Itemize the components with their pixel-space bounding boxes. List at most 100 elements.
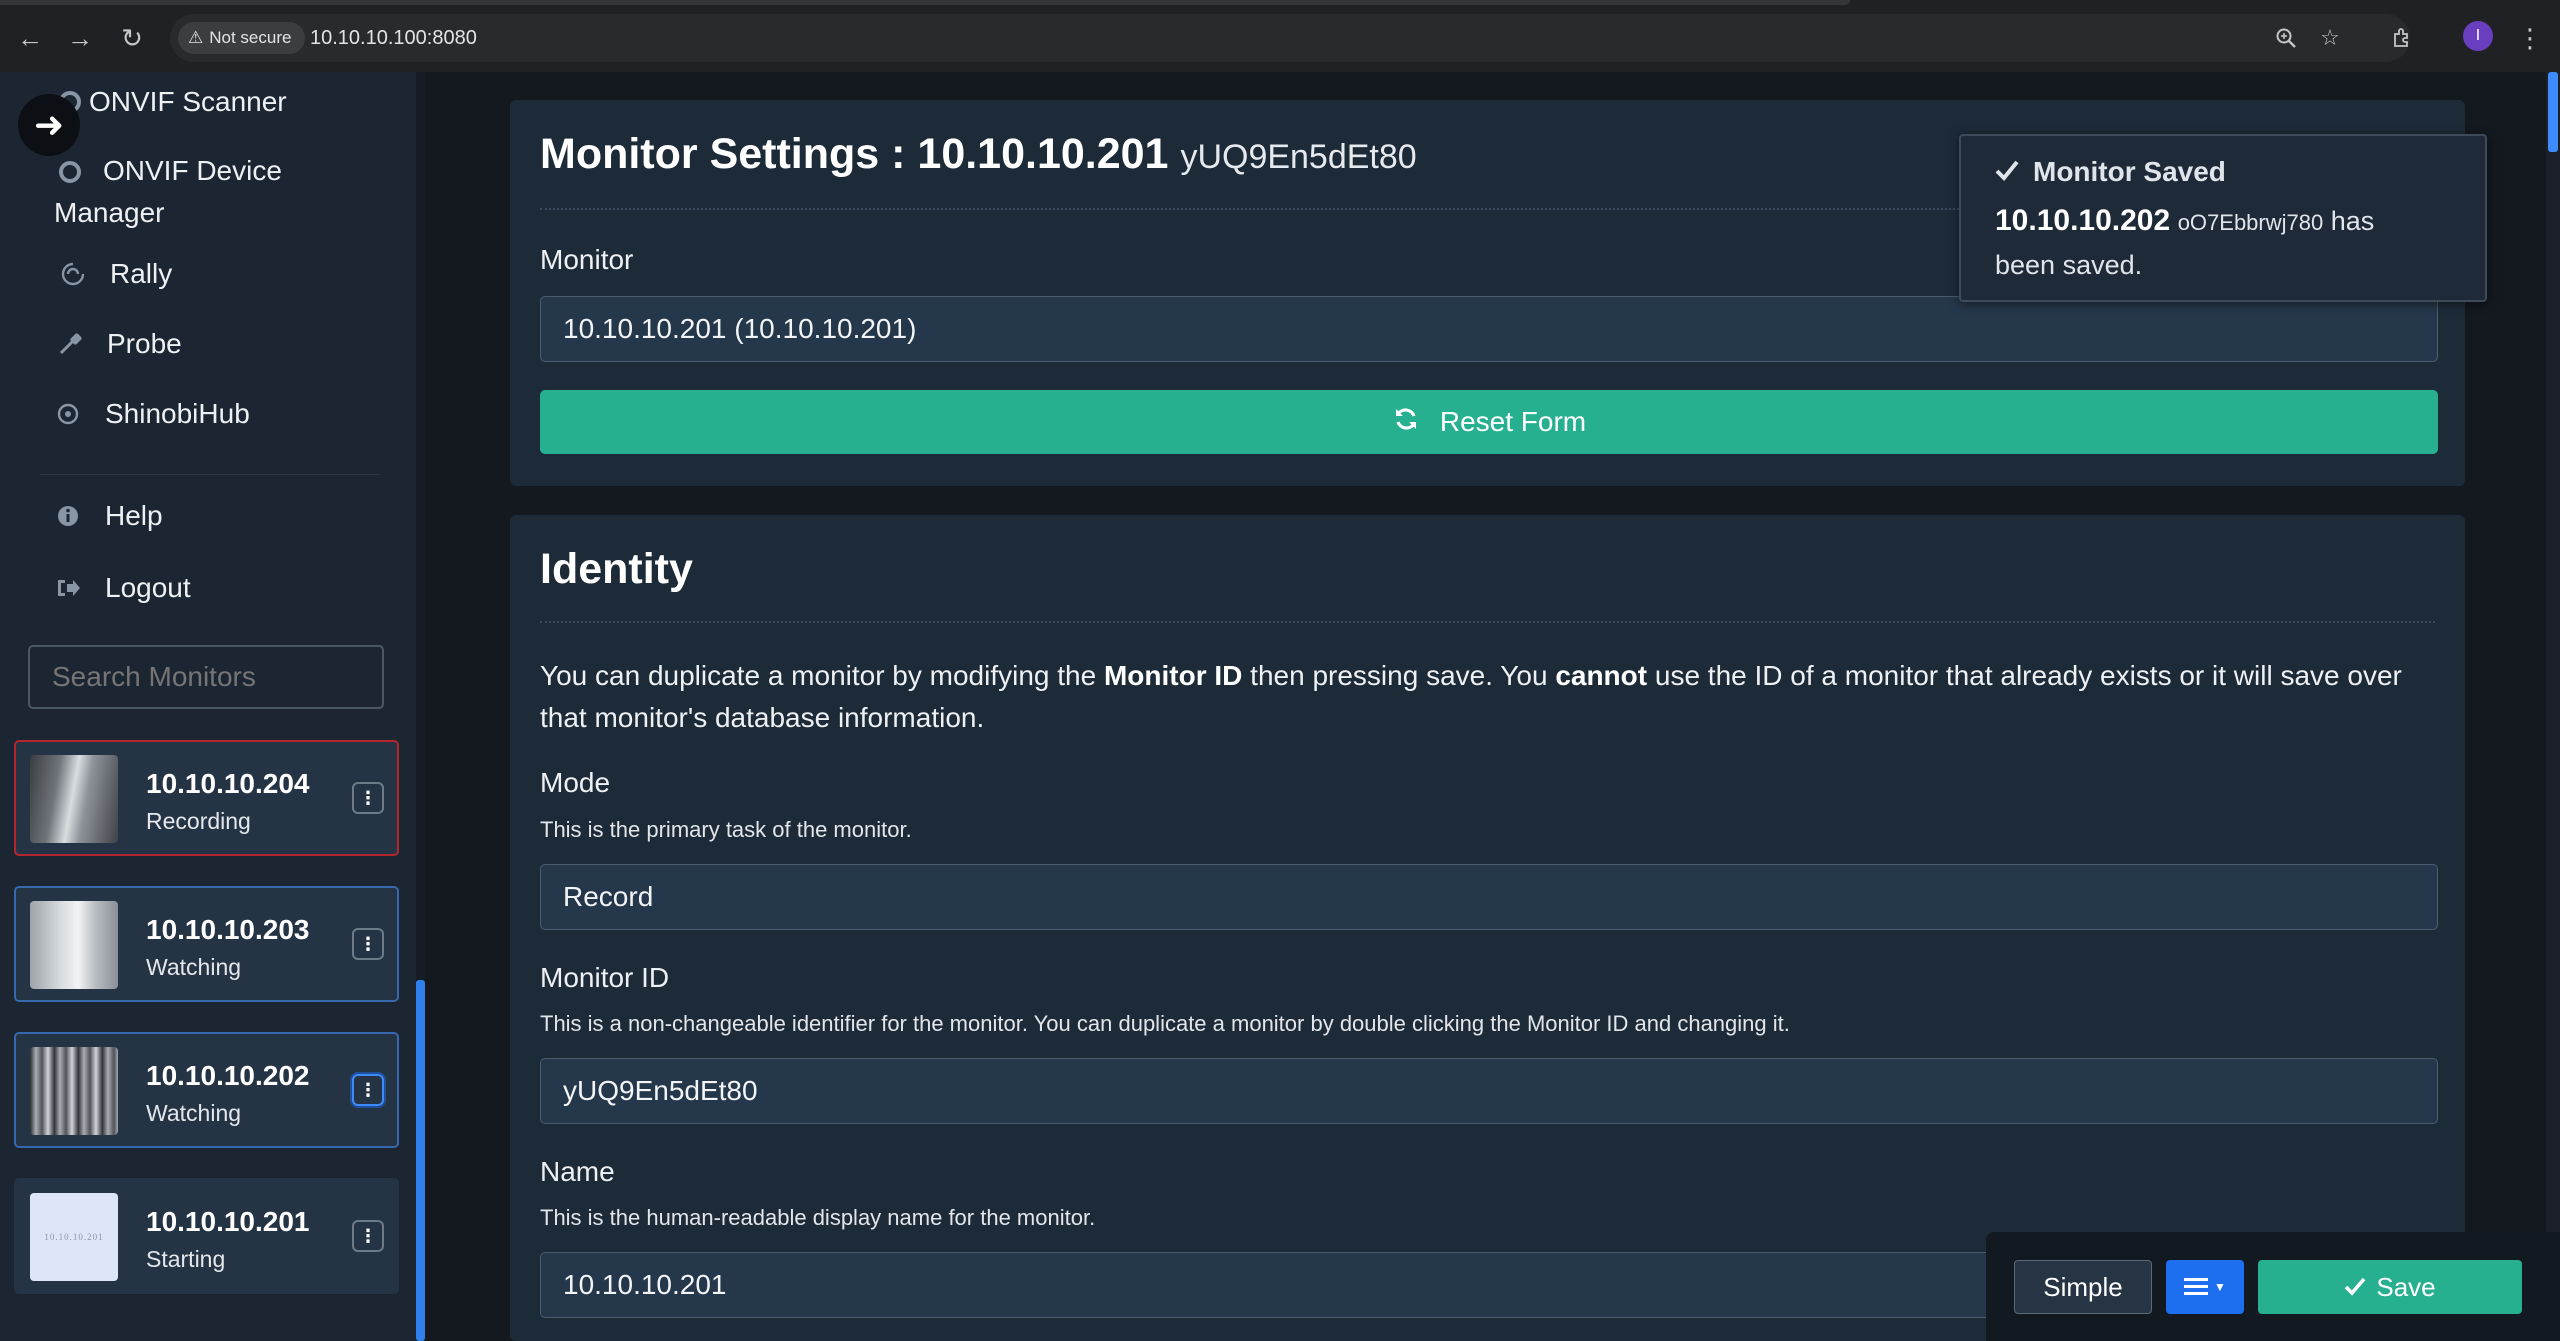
search-monitors-input[interactable] (28, 645, 384, 709)
toast-title-text: Monitor Saved (2033, 156, 2226, 187)
info-icon (53, 501, 83, 531)
monitor-select[interactable]: 10.10.10.201 (10.10.10.201) (540, 296, 2438, 362)
monitor-thumbnail: 10.10.10.201 (30, 1193, 118, 1281)
monitor-card[interactable]: 10.10.10.204 Recording ⋮ (14, 740, 399, 856)
monitor-id-hint: This is a non-changeable identifier for … (540, 1011, 1790, 1036)
rally-icon (58, 259, 88, 289)
forward-arrow-icon[interactable]: → (62, 20, 98, 56)
monitor-card[interactable]: 10.10.10.201 10.10.10.201 Starting ⋮ (14, 1178, 399, 1294)
monitor-ip: 10.10.10.201 (146, 1206, 310, 1237)
not-secure-label: Not secure (209, 28, 292, 47)
list-icon (2184, 1272, 2209, 1303)
description-bold: cannot (1555, 660, 1648, 691)
monitor-status: Starting (146, 1246, 226, 1272)
mode-label: Mode (540, 767, 611, 798)
monitor-id-input[interactable]: yUQ9En5dEt80 (540, 1058, 2438, 1124)
toast-monitor-ip: 10.10.10.202 (1995, 204, 2171, 237)
sidebar-item-label: Help (105, 500, 163, 531)
compass-icon (53, 399, 83, 429)
monitor-thumbnail (30, 1047, 118, 1135)
bookmark-star-icon[interactable]: ☆ (2316, 24, 2344, 52)
description-text: then pressing save. You (1242, 660, 1556, 691)
bottom-action-bar: Simple ▼ Save (1986, 1232, 2560, 1341)
name-label: Name (540, 1156, 615, 1187)
warning-icon: ⚠ (188, 28, 204, 47)
mode-hint: This is the primary task of the monitor. (540, 817, 912, 842)
monitor-thumbnail (30, 901, 118, 989)
monitor-ip: 10.10.10.204 (146, 768, 310, 799)
identity-card: Identity You can duplicate a monitor by … (510, 515, 2465, 1341)
not-secure-chip[interactable]: ⚠ Not secure (178, 22, 306, 54)
description-text: You can duplicate a monitor by modifying… (540, 660, 1104, 691)
sidebar-item-probe[interactable]: Probe (55, 328, 182, 360)
profile-avatar[interactable]: I (2463, 21, 2493, 51)
mode-value: Record (563, 881, 654, 912)
main-scrollbar-thumb[interactable] (2548, 72, 2558, 152)
section-list-button[interactable]: ▼ (2166, 1260, 2244, 1314)
onvif-icon (55, 157, 85, 187)
monitor-status: Watching (146, 1100, 242, 1126)
sidebar-item-shinobihub[interactable]: ShinobiHub (53, 398, 250, 430)
sidebar: ➜ ONVIF Scanner ONVIF Device Manager Ral… (0, 72, 420, 1341)
save-button[interactable]: Save (2258, 1260, 2522, 1314)
reload-icon[interactable]: ↻ (114, 20, 150, 56)
sidebar-item-label: ShinobiHub (105, 398, 250, 429)
toast-text: has (2330, 206, 2375, 236)
toast-monitor-id: oO7Ebbrwj780 (2177, 210, 2324, 235)
mode-select[interactable]: Record (540, 864, 2438, 930)
sidebar-item-label: Probe (107, 328, 182, 359)
sidebar-scrollbar-thumb[interactable] (416, 980, 425, 1341)
address-bar[interactable]: ⚠ Not secure 10.10.10.100:8080 ☆ (170, 14, 2410, 62)
url-text[interactable]: 10.10.10.100:8080 (310, 27, 477, 50)
toast-text: been saved. (1995, 250, 2143, 280)
monitor-label: Monitor (540, 244, 634, 275)
refresh-icon (1392, 405, 1420, 440)
monitor-options-icon[interactable]: ⋮ (352, 1074, 384, 1106)
save-label: Save (2376, 1271, 2436, 1302)
section-title: Identity (540, 545, 693, 593)
main-scrollbar[interactable] (2546, 72, 2560, 1341)
name-hint: This is the human-readable display name … (540, 1205, 1096, 1230)
check-icon (1995, 156, 2019, 188)
back-arrow-icon[interactable]: ← (12, 20, 48, 56)
eyedropper-icon (55, 329, 85, 359)
extensions-icon[interactable] (2384, 20, 2420, 56)
chrome-menu-icon[interactable]: ⋮ (2512, 20, 2548, 56)
sidebar-item-onvif-scanner[interactable]: ONVIF Scanner (55, 86, 287, 118)
sidebar-item-logout[interactable]: Logout (53, 572, 191, 604)
monitor-status: Watching (146, 954, 242, 980)
check-icon (2344, 1272, 2366, 1303)
sidebar-item-label: Rally (110, 258, 173, 289)
monitor-saved-toast[interactable]: Monitor Saved 10.10.10.202 oO7Ebbrwj780 … (1959, 134, 2487, 302)
name-value: 10.10.10.201 (563, 1269, 727, 1300)
page-title: Monitor Settings : 10.10.10.201 yUQ9En5d… (540, 130, 1417, 179)
sign-out-icon (53, 573, 83, 603)
sidebar-item-help[interactable]: Help (53, 500, 163, 532)
page-title-text: Monitor Settings : 10.10.10.201 (540, 130, 1169, 178)
sidebar-item-rally[interactable]: Rally (58, 258, 172, 290)
sidebar-divider (40, 474, 380, 475)
sidebar-item-label: ONVIF Device (103, 155, 282, 186)
browser-toolbar: ← → ↻ ⚠ Not secure 10.10.10.100:8080 ☆ I… (0, 0, 2560, 72)
description-bold: Monitor ID (1103, 660, 1243, 691)
monitor-ip: 10.10.10.203 (146, 914, 310, 945)
monitor-options-icon[interactable]: ⋮ (352, 1220, 384, 1252)
zoom-icon[interactable] (2272, 24, 2300, 52)
monitor-options-icon[interactable]: ⋮ (352, 928, 384, 960)
monitor-options-icon[interactable]: ⋮ (352, 782, 384, 814)
sidebar-item-label: ONVIF Scanner (89, 86, 287, 117)
monitor-card[interactable]: 10.10.10.202 Watching ⋮ (14, 1032, 399, 1148)
reset-form-button[interactable]: Reset Form (540, 390, 2438, 454)
caret-down-icon: ▼ (2214, 1280, 2226, 1294)
simple-mode-button[interactable]: Simple (2014, 1260, 2152, 1314)
monitor-id-label: Monitor ID (540, 962, 670, 993)
tab-strip (0, 0, 1850, 5)
thumbnail-label: 10.10.10.201 (44, 1232, 104, 1242)
back-arrow-icon[interactable]: ➜ (18, 94, 80, 156)
sidebar-item-onvif-device-manager[interactable]: ONVIF Device Manager (54, 150, 282, 234)
reset-form-label: Reset Form (1439, 406, 1587, 437)
monitor-card[interactable]: 10.10.10.203 Watching ⋮ (14, 886, 399, 1002)
monitor-thumbnail (30, 755, 118, 843)
monitor-select-value: 10.10.10.201 (10.10.10.201) (563, 313, 917, 344)
page-title-monitor-id: yUQ9En5dEt80 (1180, 138, 1417, 176)
